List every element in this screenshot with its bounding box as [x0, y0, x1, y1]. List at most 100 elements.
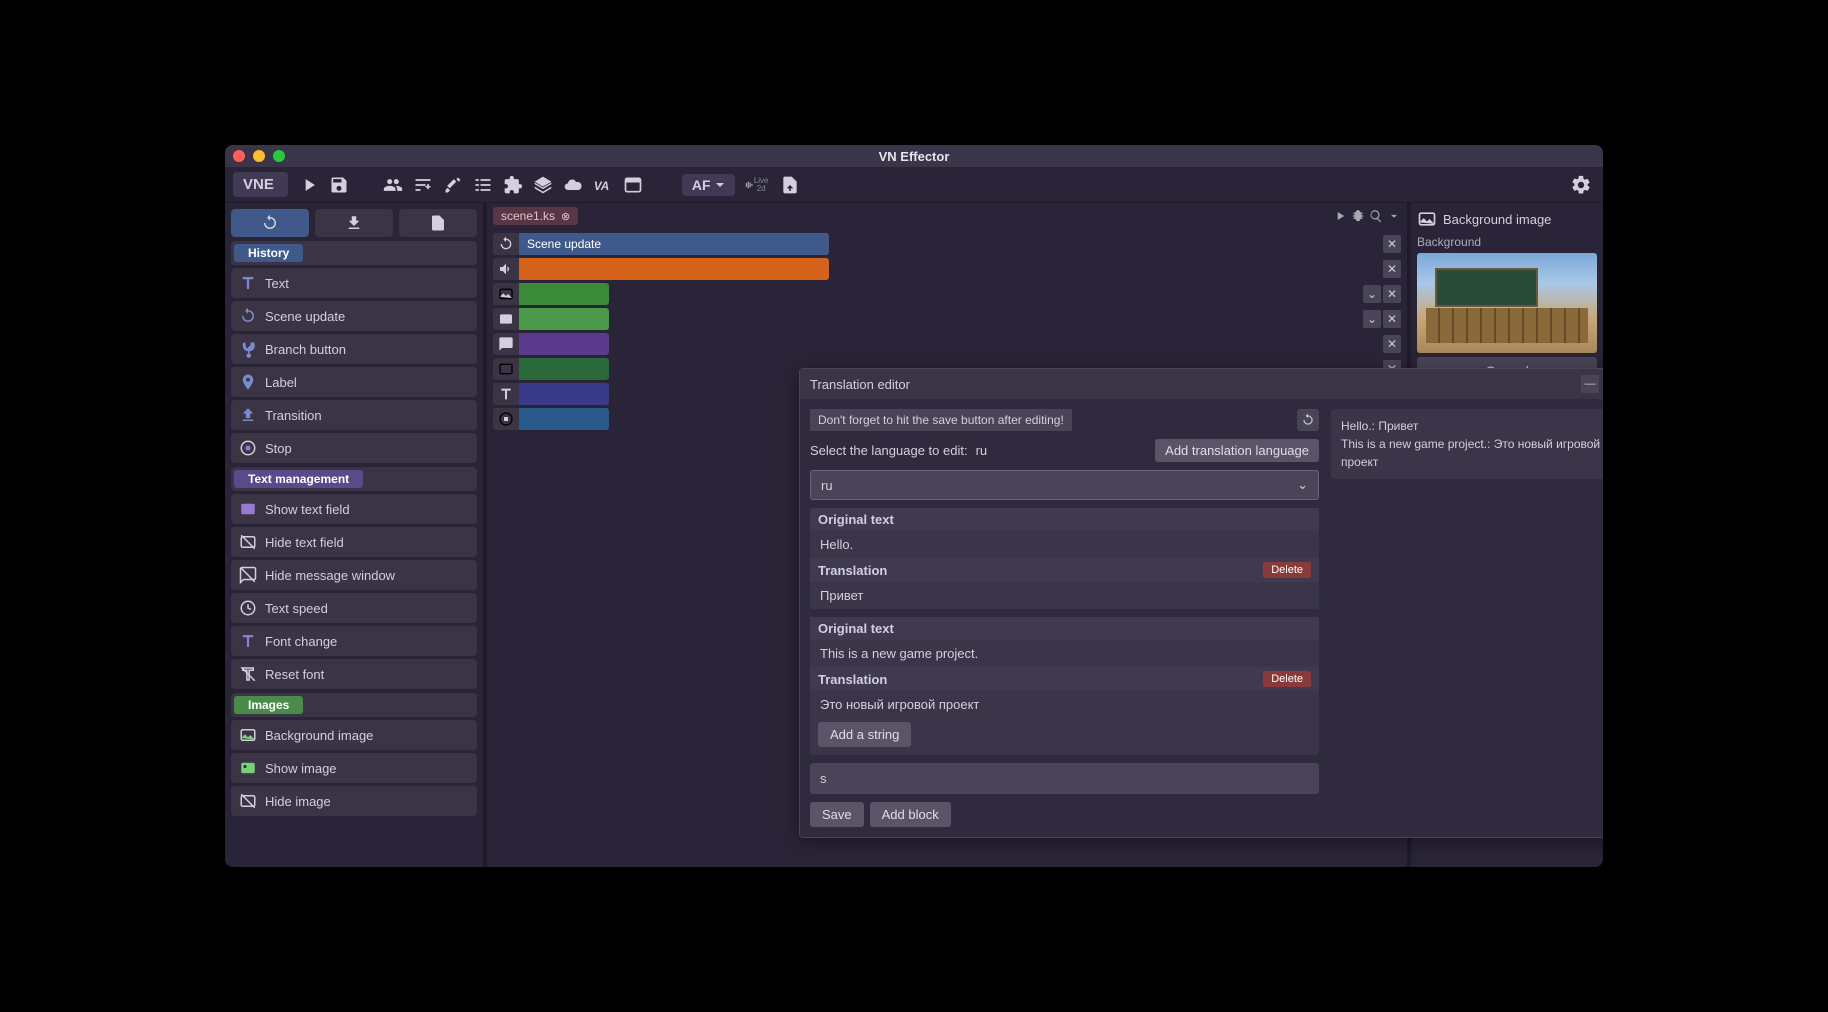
track-bar[interactable]: [519, 333, 609, 355]
sidebar-item-hide-text[interactable]: Hide text field: [231, 527, 477, 557]
trans-label-0: Translation: [818, 563, 887, 578]
track-chevron[interactable]: ⌄: [1363, 285, 1381, 303]
timeline-play-icon[interactable]: [1333, 209, 1347, 223]
trans-text-1[interactable]: Это новый игровой проект: [810, 691, 1319, 718]
sidebar-item-label[interactable]: Label: [231, 367, 477, 397]
sidebar-item-hide-image[interactable]: Hide image: [231, 786, 477, 816]
sidebar-item-show-image[interactable]: Show image: [231, 753, 477, 783]
delete-button-1[interactable]: Delete: [1263, 671, 1311, 687]
scene-tab-close[interactable]: ⊗: [561, 210, 570, 223]
category-text-header: Text management: [234, 470, 363, 488]
timeline-track[interactable]: ✕: [493, 333, 1401, 355]
characters-icon[interactable]: [380, 172, 406, 198]
category-history: History Text Scene update Branch button …: [231, 241, 477, 463]
sidebar-item-text[interactable]: Text: [231, 268, 477, 298]
sidebar-item-stop[interactable]: Stop: [231, 433, 477, 463]
reload-button[interactable]: [1297, 409, 1319, 431]
add-language-button[interactable]: Add translation language: [1155, 439, 1319, 462]
item-label: Show text field: [265, 502, 350, 517]
play-icon[interactable]: [296, 172, 322, 198]
maximize-window[interactable]: [273, 150, 285, 162]
search-input[interactable]: [810, 763, 1319, 794]
timeline-track[interactable]: ⌄✕: [493, 283, 1401, 305]
track-bar[interactable]: [519, 383, 609, 405]
sidebar-item-branch[interactable]: Branch button: [231, 334, 477, 364]
save-icon[interactable]: [326, 172, 352, 198]
window-icon[interactable]: [620, 172, 646, 198]
track-close[interactable]: ✕: [1383, 310, 1401, 328]
sidebar-item-scene-update[interactable]: Scene update: [231, 301, 477, 331]
minimize-window[interactable]: [253, 150, 265, 162]
item-label: Font change: [265, 634, 337, 649]
svg-text:VA: VA: [594, 180, 609, 193]
timeline-bug-icon[interactable]: [1351, 209, 1365, 223]
sidebar-item-transition[interactable]: Transition: [231, 400, 477, 430]
audio-icon[interactable]: Live 2d: [743, 172, 769, 198]
cloud-icon[interactable]: [560, 172, 586, 198]
timeline-chevron-icon[interactable]: [1387, 209, 1401, 223]
left-panel: History Text Scene update Branch button …: [225, 203, 483, 867]
track-controls: ✕: [1383, 335, 1401, 353]
track-bar[interactable]: [519, 358, 609, 380]
item-label: Transition: [265, 408, 322, 423]
delete-button-0[interactable]: Delete: [1263, 562, 1311, 578]
settings-icon[interactable]: [1567, 171, 1595, 199]
sliders-icon[interactable]: [410, 172, 436, 198]
timeline-search-icon[interactable]: [1369, 209, 1383, 223]
track-icon: [493, 258, 519, 280]
item-label: Hide message window: [265, 568, 395, 583]
inspector-title: Background image: [1443, 212, 1551, 227]
item-label: Hide image: [265, 794, 331, 809]
left-tab-refresh[interactable]: [231, 209, 309, 237]
item-label: Scene update: [265, 309, 345, 324]
track-bar[interactable]: Scene update: [519, 233, 829, 255]
sidebar-item-text-speed[interactable]: Text speed: [231, 593, 477, 623]
item-label: Reset font: [265, 667, 324, 682]
sidebar-item-bg-image[interactable]: Background image: [231, 720, 477, 750]
hammer-icon[interactable]: [440, 172, 466, 198]
preview-line-0: Hello.: Привет: [1341, 417, 1603, 435]
translation-block-0: Original text Hello. TranslationDelete П…: [810, 508, 1319, 609]
track-icon: [493, 333, 519, 355]
modal-minimize[interactable]: —: [1581, 375, 1599, 393]
category-images: Images Background image Show image Hide …: [231, 693, 477, 816]
left-tab-download[interactable]: [315, 209, 393, 237]
track-bar[interactable]: [519, 408, 609, 430]
export-icon[interactable]: [777, 172, 803, 198]
left-tab-document[interactable]: [399, 209, 477, 237]
language-dropdown[interactable]: ru⌄: [810, 470, 1319, 500]
af-menu[interactable]: AF: [682, 174, 735, 196]
track-close[interactable]: ✕: [1383, 235, 1401, 253]
traffic-lights: [233, 150, 285, 162]
save-button[interactable]: Save: [810, 802, 864, 827]
sidebar-item-reset-font[interactable]: Reset font: [231, 659, 477, 689]
track-controls: ✕: [1383, 260, 1401, 278]
puzzle-icon[interactable]: [500, 172, 526, 198]
track-bar[interactable]: [519, 258, 829, 280]
track-close[interactable]: ✕: [1383, 335, 1401, 353]
add-block-button[interactable]: Add block: [870, 802, 951, 827]
va-icon[interactable]: VA: [590, 172, 616, 198]
close-window[interactable]: [233, 150, 245, 162]
window-title: VN Effector: [879, 149, 950, 164]
track-close[interactable]: ✕: [1383, 285, 1401, 303]
sidebar-item-show-text[interactable]: Show text field: [231, 494, 477, 524]
trans-label-1: Translation: [818, 672, 887, 687]
track-chevron[interactable]: ⌄: [1363, 310, 1381, 328]
timeline-track[interactable]: ⌄✕: [493, 308, 1401, 330]
scene-tab[interactable]: scene1.ks⊗: [493, 207, 578, 225]
sidebar-item-font-change[interactable]: Font change: [231, 626, 477, 656]
timeline-track[interactable]: ✕: [493, 258, 1401, 280]
trans-text-0[interactable]: Привет: [810, 582, 1319, 609]
track-bar[interactable]: [519, 308, 609, 330]
list-icon[interactable]: [470, 172, 496, 198]
vne-menu[interactable]: VNE: [233, 172, 288, 197]
category-images-header: Images: [234, 696, 303, 714]
timeline-track[interactable]: Scene update ✕: [493, 233, 1401, 255]
track-close[interactable]: ✕: [1383, 260, 1401, 278]
bg-preview[interactable]: [1417, 253, 1597, 353]
sidebar-item-hide-msg[interactable]: Hide message window: [231, 560, 477, 590]
track-bar[interactable]: [519, 283, 609, 305]
layers-icon[interactable]: [530, 172, 556, 198]
add-string-button[interactable]: Add a string: [818, 722, 911, 747]
